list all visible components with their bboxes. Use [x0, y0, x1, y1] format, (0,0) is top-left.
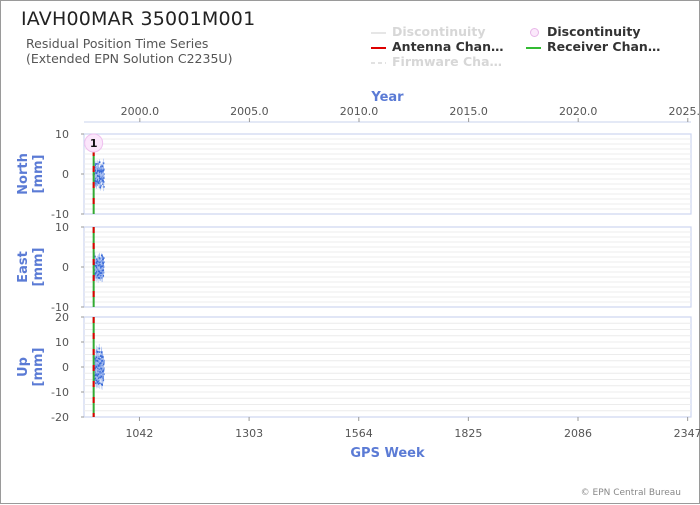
- y-axis-title: [mm]: [31, 155, 46, 194]
- top-axis-tick-label: 2020.0: [559, 105, 598, 118]
- bottom-axis-tick-label: 1042: [125, 427, 153, 440]
- y-tick-label: -10: [51, 208, 69, 221]
- data-point: [102, 363, 105, 366]
- y-axis-title: [mm]: [31, 248, 46, 287]
- top-axis-tick-label: 2000.0: [121, 105, 160, 118]
- y-tick-label: 0: [62, 361, 69, 374]
- top-axis-tick-label: 2015.0: [449, 105, 488, 118]
- top-axis-tick-label: 2010.0: [340, 105, 379, 118]
- data-point: [95, 366, 98, 368]
- y-tick-label: 10: [55, 336, 69, 349]
- top-axis-tick-label: 2025.0: [669, 105, 700, 118]
- y-tick-label: 10: [55, 221, 69, 234]
- bottom-axis-tick-label: 1303: [235, 427, 263, 440]
- data-point: [100, 367, 103, 370]
- data-point: [102, 179, 104, 182]
- bottom-axis-tick-label: 2347: [674, 427, 700, 440]
- data-point: [101, 359, 104, 362]
- data-point: [102, 169, 104, 172]
- data-point: [101, 356, 104, 358]
- y-axis-title: East: [16, 251, 31, 283]
- y-tick-label: 20: [55, 311, 69, 324]
- data-point: [100, 375, 103, 378]
- bottom-axis-tick-label: 1825: [454, 427, 482, 440]
- data-point: [100, 254, 103, 257]
- y-axis-title: Up: [16, 357, 31, 377]
- y-axis-title: [mm]: [31, 348, 46, 387]
- data-point: [99, 376, 101, 379]
- bottom-axis-title: GPS Week: [350, 446, 425, 461]
- y-axis-title: North: [16, 153, 31, 195]
- chart-frame: IAVH00MAR 35001M001 Residual Position Ti…: [0, 0, 700, 504]
- data-point: [102, 262, 104, 265]
- y-tick-label: 0: [62, 261, 69, 274]
- data-point: [101, 269, 104, 272]
- discontinuity-label: 1: [90, 137, 98, 150]
- top-axis-tick-label: 2005.0: [230, 105, 269, 118]
- data-point: [95, 172, 98, 175]
- top-axis-title: Year: [370, 90, 404, 105]
- data-point: [94, 265, 97, 267]
- data-point: [99, 272, 102, 274]
- data-point: [97, 264, 100, 267]
- data-point: [95, 180, 98, 183]
- data-point: [97, 365, 100, 367]
- data-point: [99, 186, 102, 189]
- data-point: [95, 356, 98, 359]
- y-tick-label: 0: [62, 168, 69, 181]
- data-point: [98, 161, 101, 164]
- y-tick-label: -10: [51, 386, 69, 399]
- data-point: [97, 373, 100, 376]
- copyright-footer: © EPN Central Bureau: [580, 488, 681, 498]
- data-point: [101, 265, 103, 268]
- y-tick-label: 10: [55, 128, 69, 141]
- bottom-axis-tick-label: 1564: [345, 427, 373, 440]
- y-tick-label: -20: [51, 411, 69, 424]
- data-point: [97, 273, 100, 276]
- data-point: [100, 170, 102, 173]
- data-point: [96, 163, 99, 165]
- data-point: [102, 258, 104, 261]
- data-point: [99, 178, 102, 180]
- chart-plot-area: 2000.0 2005.0 2010.0 2015.0 2020.0 2025.0 Year…: [16, 90, 700, 461]
- data-point: [99, 355, 102, 357]
- data-point: [96, 260, 99, 263]
- data-point: [96, 360, 99, 362]
- data-point: [97, 169, 100, 172]
- data-point: [101, 370, 104, 373]
- bottom-axis-tick-label: 2086: [564, 427, 592, 440]
- data-point: [95, 379, 98, 382]
- data-point: [100, 383, 103, 386]
- data-point: [99, 362, 102, 365]
